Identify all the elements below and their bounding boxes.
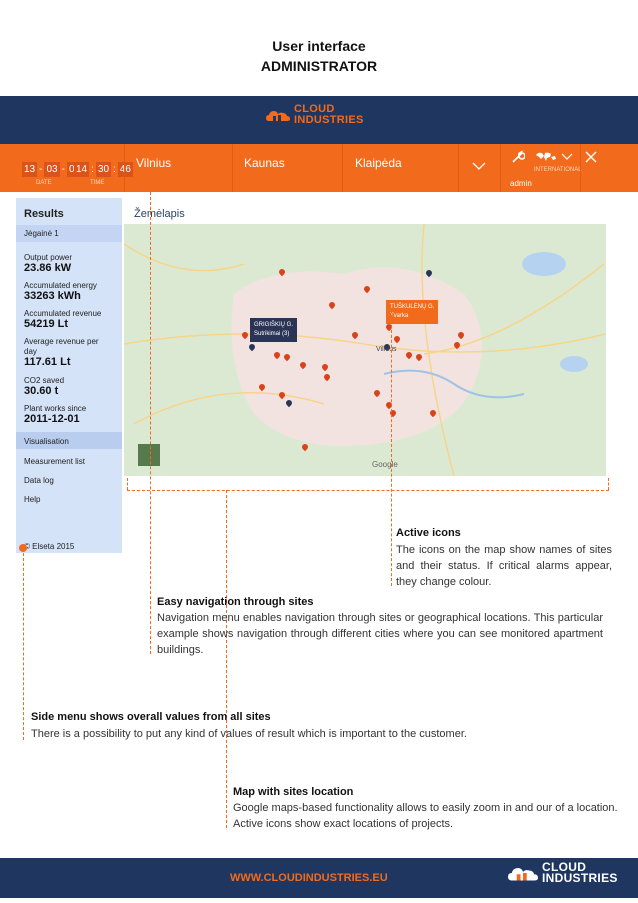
- nav-separator: [124, 144, 125, 192]
- nav-separator: [500, 144, 501, 192]
- metric-label: Plant works since: [24, 404, 87, 413]
- sidebar-heading: Results: [24, 208, 64, 220]
- metric-label: Accumulated revenue: [24, 309, 102, 318]
- connector: [608, 478, 609, 490]
- metric-label: Accumulated energy: [24, 281, 97, 290]
- brand-logo: CLOUD INDUSTRIES: [266, 104, 364, 126]
- anno-side-menu-body: There is a possibility to put any kind o…: [31, 728, 467, 740]
- map-bracket: [127, 490, 609, 491]
- date-month: 03: [44, 161, 60, 177]
- tab-vilnius[interactable]: Vilnius: [136, 156, 171, 170]
- footer-url[interactable]: WWW.CLOUDINDUSTRIES.EU: [230, 872, 388, 884]
- time-label: TIME: [90, 180, 105, 186]
- connector: [23, 548, 24, 740]
- user-name[interactable]: admin: [510, 179, 532, 188]
- metric-value: 33263 kWh: [24, 290, 81, 302]
- map-city-label: Vilnius: [376, 346, 397, 353]
- metric-label: CO2 saved: [24, 376, 65, 385]
- region-label: INTERNATIONAL: [534, 167, 582, 173]
- footer-brand-line2: INDUSTRIES: [542, 871, 618, 885]
- site-popup-title: TUŠKULĖNŲ G.: [390, 304, 435, 310]
- metric-label: Output power: [24, 253, 73, 262]
- nav-separator: [580, 144, 581, 192]
- menu-item-visualisation[interactable]: Visualisation: [24, 437, 126, 446]
- menu-item-help[interactable]: Help: [24, 495, 126, 504]
- world-map-icon[interactable]: [535, 151, 557, 163]
- anno-easy-nav-title: Easy navigation through sites: [157, 596, 314, 608]
- anno-map-body: Google maps-based functionality allows t…: [233, 802, 618, 830]
- connector-dot: [19, 544, 27, 552]
- metric-value: 23.86 kW: [24, 262, 72, 274]
- anno-active-icons-title: Active icons: [396, 527, 461, 539]
- connector: [226, 490, 227, 828]
- tab-klaipeda[interactable]: Klaipėda: [355, 156, 402, 170]
- copyright: © Elseta 2015: [24, 542, 75, 551]
- nav-separator: [458, 144, 459, 192]
- page-title: User interface: [272, 38, 366, 54]
- site-popup-status: Sutrikimai (3): [254, 331, 290, 337]
- region-chevron-icon[interactable]: [561, 153, 573, 160]
- metric-value: 54219 Lt: [24, 318, 69, 330]
- metric-value: 117.61 Lt: [24, 356, 71, 368]
- time-minute: 30: [95, 161, 112, 177]
- menu-item-measurement-list[interactable]: Measurement list: [24, 457, 126, 466]
- sidebar-site[interactable]: Jėgainė 1: [24, 229, 59, 238]
- active-tab-pointer: [174, 186, 184, 192]
- anno-map-title: Map with sites location: [233, 786, 354, 798]
- nav-separator: [232, 144, 233, 192]
- tab-kaunas[interactable]: Kaunas: [244, 156, 285, 170]
- map-heading: Žemėlapis: [134, 208, 185, 220]
- chevron-down-icon[interactable]: [472, 162, 486, 170]
- cloud-factory-icon: [266, 111, 290, 121]
- date-day: 13: [22, 161, 38, 177]
- map-background: [124, 224, 606, 476]
- wrench-icon[interactable]: [511, 150, 525, 164]
- connector: [391, 310, 392, 586]
- date-label: DATE: [36, 180, 52, 186]
- connector: [150, 192, 151, 654]
- site-popup[interactable]: TUŠKULĖNŲ G. Tvarka: [386, 300, 439, 324]
- cloud-factory-icon: [508, 868, 538, 881]
- close-icon[interactable]: [585, 151, 597, 163]
- map-view[interactable]: GRIGIŠKIŲ G. Sutrikimai (3) TUŠKULĖNŲ G.…: [124, 224, 606, 476]
- anno-active-icons-body: The icons on the map show names of sites…: [396, 544, 612, 588]
- nav-separator: [342, 144, 343, 192]
- metric-value: 30.60 t: [24, 385, 59, 397]
- page-subtitle: ADMINISTRATOR: [260, 58, 378, 74]
- time-hour: 14: [74, 161, 90, 177]
- anno-side-menu-title: Side menu shows overall values from all …: [31, 711, 271, 723]
- metric-value: 2011-12-01: [24, 413, 80, 425]
- time-second: 46: [117, 161, 133, 177]
- brand-line2: INDUSTRIES: [294, 114, 364, 126]
- menu-item-data-log[interactable]: Data log: [24, 476, 126, 485]
- map-provider: Google: [372, 460, 398, 469]
- anno-easy-nav-body: Navigation menu enables navigation throu…: [157, 612, 603, 656]
- site-popup[interactable]: GRIGIŠKIŲ G. Sutrikimai (3): [250, 318, 298, 342]
- footer-logo: CLOUD INDUSTRIES: [508, 861, 618, 885]
- site-popup-title: GRIGIŠKIŲ G.: [254, 322, 294, 328]
- site-popup-status: Tvarka: [390, 313, 409, 319]
- connector: [127, 478, 128, 490]
- metric-label: Average revenue per day: [24, 337, 99, 356]
